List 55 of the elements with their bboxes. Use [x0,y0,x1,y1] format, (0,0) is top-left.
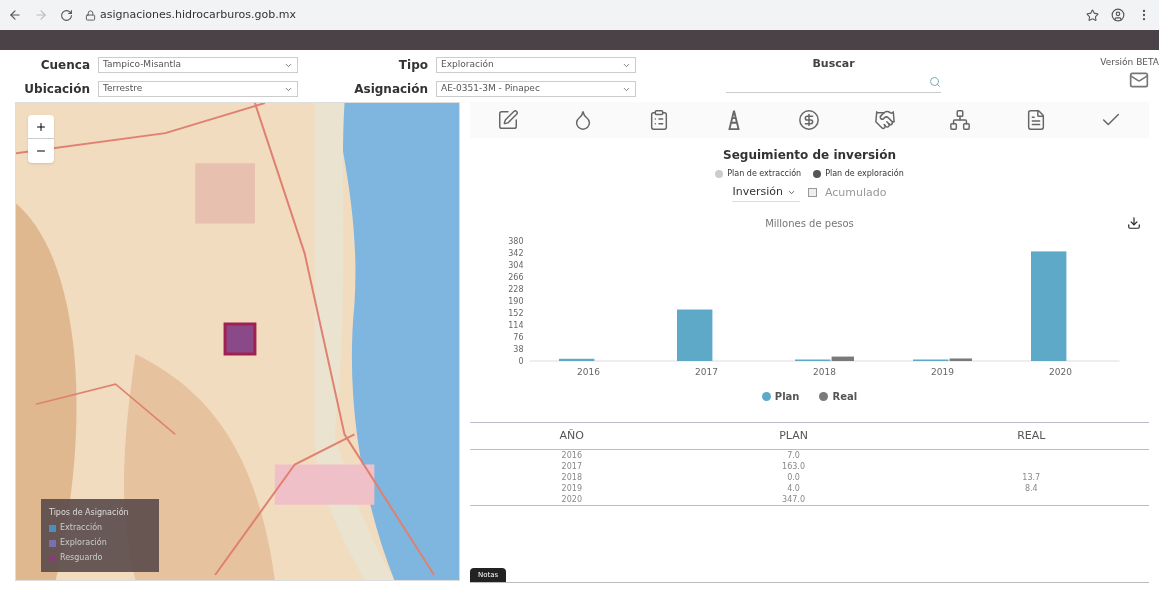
table-cell: 2019 [561,484,582,493]
x-tick-label: 2019 [931,366,954,377]
legend-label: Resguardo [60,552,103,564]
legend-label: Real [832,389,858,404]
table-cell: 347.0 [782,495,805,504]
legend-label: Extracción [60,522,103,534]
table-cell: 2020 [561,495,582,504]
filter-label: Ubicación [23,81,90,98]
filter-select[interactable]: Tampico-Misantla [98,57,298,73]
filter-label: Asignación [353,81,428,98]
table-cell: 163.0 [782,462,805,471]
radio-label: Plan de exploración [825,168,904,180]
table-cell: 2016 [561,451,582,460]
table-cell: 4.0 [787,484,800,493]
y-tick-label: 190 [508,296,524,306]
y-tick-label: 152 [508,308,524,318]
column-header: REAL [913,422,1149,450]
y-tick-label: 228 [508,284,524,294]
filter-select[interactable]: AE-0351-3M - Pinapec [436,81,636,97]
search-label: Buscar [812,56,855,72]
map-panel[interactable]: Tipos de Asignación Extracción Exploración Resguardo [15,102,460,581]
filter-select[interactable]: Terrestre [98,81,298,97]
table-cell: 0.0 [787,473,800,482]
table-cell: 13.7 [1022,473,1041,482]
legend-label: Exploración [60,537,107,549]
table-cell: 2018 [561,473,582,482]
legend-label: Plan [774,389,800,404]
y-tick-label: 114 [508,320,524,330]
legend-title: Tipos de Asignación [49,507,130,519]
url-text[interactable]: asignaciones.hidrocarburos.gob.mx [100,6,296,24]
y-tick-label: 76 [513,332,524,342]
measure-select[interactable]: Inversión [732,184,800,202]
checkbox-label: Acumulado [824,184,887,201]
column-header: AÑO [470,422,674,450]
table-cell: 7.0 [787,451,800,460]
panel-title: Seguimiento de inversión [722,147,897,164]
y-tick-label: 38 [513,344,524,354]
y-tick-label: 0 [518,356,524,366]
filter-label: Cuenca [39,57,90,74]
table-cell: 8.4 [1024,484,1038,493]
column-header: PLAN [673,422,914,450]
radio-label: Plan de extracción [727,168,802,180]
version-label: Versión BETA [1100,56,1159,69]
filter-select[interactable]: Exploración [436,57,636,73]
x-tick-label: 2016 [577,366,600,377]
chart-title: Millones de pesos [765,216,854,231]
y-tick-label: 266 [508,272,524,282]
x-tick-label: 2018 [813,366,836,377]
x-tick-label: 2017 [695,366,718,377]
y-tick-label: 380 [508,236,524,246]
x-tick-label: 2020 [1049,366,1072,377]
table-cell: 2017 [561,462,582,471]
y-tick-label: 342 [508,248,524,258]
filter-label: Tipo [397,57,428,74]
y-tick-label: 304 [508,260,524,270]
